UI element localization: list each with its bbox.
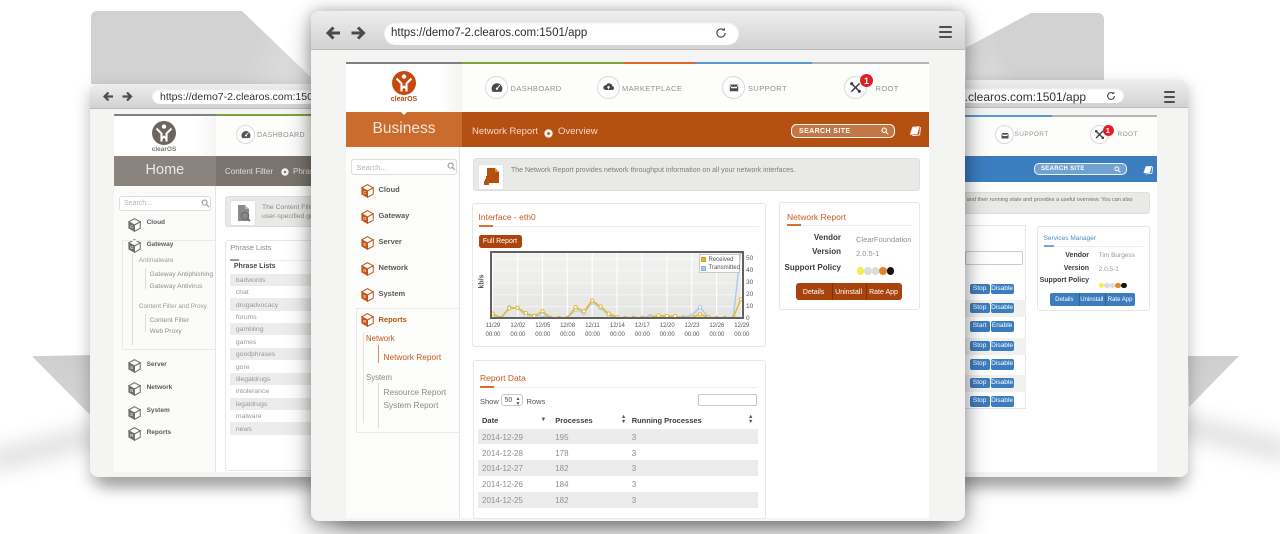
svg-text:S: S	[363, 293, 366, 298]
svg-text:S: S	[130, 412, 133, 417]
svg-text:S: S	[130, 365, 133, 370]
svg-text:N: N	[363, 267, 366, 272]
svg-text:R: R	[130, 433, 133, 438]
svg-text:G: G	[363, 216, 367, 221]
svg-text:N: N	[130, 388, 133, 393]
svg-text:S: S	[363, 242, 366, 247]
